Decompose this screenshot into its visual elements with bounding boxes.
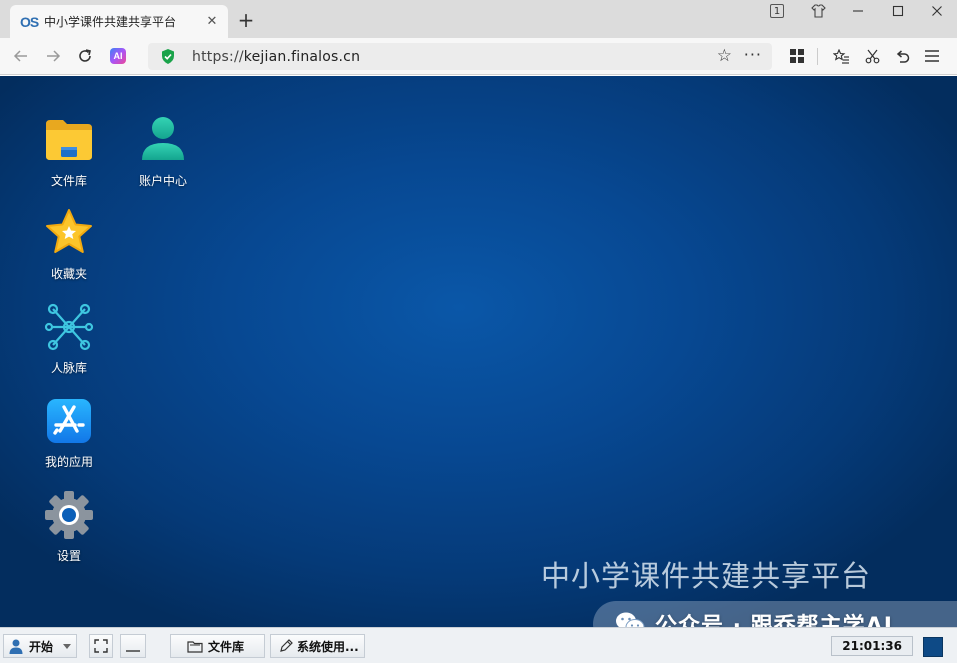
- desktop-icon-label: 设置: [56, 549, 81, 563]
- desktop-icon-settings[interactable]: 设置: [29, 489, 109, 564]
- skin-button[interactable]: [798, 0, 838, 22]
- screenshot-button[interactable]: [860, 44, 884, 68]
- url-host: kejian.finalos.cn: [243, 48, 361, 65]
- secure-shield-icon: [158, 48, 178, 65]
- browser-tab-strip: OS 中小学课件共建共享平台 ✕ + 1: [0, 0, 957, 38]
- desktop-icon-label: 人脉库: [50, 361, 87, 375]
- undo-icon: [896, 49, 909, 63]
- task-system-guide[interactable]: 系统使用...: [270, 634, 365, 658]
- window-count-button[interactable]: 1: [757, 0, 797, 22]
- arrow-left-icon: [13, 50, 27, 62]
- fullscreen-icon: [94, 639, 108, 653]
- minimize-all-icon: [126, 650, 140, 652]
- close-icon: [932, 6, 942, 16]
- url-scheme: https://: [192, 48, 244, 65]
- reload-button[interactable]: [73, 44, 97, 68]
- maximize-icon: [892, 5, 904, 17]
- hamburger-menu-icon: [925, 50, 939, 62]
- main-menu-button[interactable]: [920, 44, 944, 68]
- pen-icon: [280, 639, 293, 652]
- favorites-list-icon: [832, 48, 849, 64]
- arrow-right-icon: [47, 50, 61, 62]
- more-options-icon[interactable]: ···: [744, 45, 762, 64]
- folder-icon: [46, 120, 92, 160]
- star-icon: [46, 209, 92, 253]
- scissors-icon: [865, 49, 879, 63]
- task-label: 文件库: [208, 639, 245, 654]
- start-label: 开始: [29, 639, 54, 654]
- shirt-icon: [810, 4, 826, 18]
- maximize-button[interactable]: [878, 0, 918, 22]
- wechat-watermark: 公众号 · 跟乔帮主学AI: [593, 601, 957, 627]
- taskbar: 开始 文件库 系统使用... 21:01:36: [0, 627, 957, 663]
- desktop-icon-file-library[interactable]: 文件库: [29, 114, 109, 189]
- fullscreen-button[interactable]: [89, 634, 113, 658]
- desktop-icon-label: 我的应用: [44, 455, 93, 469]
- user-icon: [142, 117, 184, 160]
- bookmark-star-icon[interactable]: ☆: [717, 46, 732, 66]
- forward-button[interactable]: [41, 44, 65, 68]
- close-window-button[interactable]: [917, 0, 957, 22]
- chevron-down-icon: [63, 643, 72, 649]
- apps-grid-button[interactable]: [785, 44, 809, 68]
- browser-toolbar: AI https://kejian.finalos.cn ☆ ···: [0, 38, 957, 75]
- reload-icon: [79, 49, 91, 62]
- ai-icon: AI: [110, 48, 126, 64]
- site-logo: OS: [20, 13, 39, 30]
- minimize-all-button[interactable]: [120, 634, 146, 658]
- gear-icon: [45, 491, 93, 539]
- wechat-icon: [616, 612, 645, 627]
- watermark-text: 公众号 · 跟乔帮主学AI: [655, 614, 893, 627]
- minimize-button[interactable]: [838, 0, 878, 22]
- tab-title: 中小学课件共建共享平台: [44, 15, 177, 29]
- undo-close-button[interactable]: [890, 44, 914, 68]
- desktop-icon-label: 收藏夹: [50, 267, 87, 281]
- tab-close-icon[interactable]: ✕: [204, 14, 220, 30]
- browser-tab-active[interactable]: OS 中小学课件共建共享平台 ✕: [10, 5, 228, 38]
- desktop-icon-label: 账户中心: [138, 174, 187, 188]
- desktop-icon-favorites[interactable]: 收藏夹: [29, 207, 109, 282]
- desktop-icon-account-center[interactable]: 账户中心: [123, 114, 203, 189]
- show-desktop-button[interactable]: [923, 637, 943, 657]
- desktop-icon-label: 文件库: [50, 174, 87, 188]
- new-tab-button[interactable]: +: [236, 9, 256, 31]
- ai-assistant-button[interactable]: AI: [106, 44, 130, 68]
- window-count-badge: 1: [770, 4, 784, 18]
- grid-icon: [790, 49, 804, 63]
- platform-brand-text: 中小学课件共建共享平台: [541, 559, 872, 593]
- desktop-area: 文件库 账户中心 收藏夹 人脉库 我的应用 设置 中小学课件共建共享平台 公众号…: [0, 76, 957, 627]
- address-bar[interactable]: https://kejian.finalos.cn ☆ ···: [148, 43, 772, 70]
- network-icon: [44, 303, 94, 351]
- back-button[interactable]: [9, 44, 33, 68]
- taskbar-clock: 21:01:36: [831, 636, 913, 656]
- desktop-icon-contacts[interactable]: 人脉库: [29, 301, 109, 376]
- start-button[interactable]: 开始: [3, 634, 77, 658]
- favorites-button[interactable]: [829, 44, 853, 68]
- toolbar-divider: [817, 48, 818, 65]
- desktop-icon-my-apps[interactable]: 我的应用: [29, 395, 109, 470]
- minimize-icon: [853, 10, 863, 12]
- user-avatar-icon: [9, 639, 23, 654]
- folder-outline-icon: [187, 640, 203, 653]
- url-text: https://kejian.finalos.cn: [192, 49, 360, 65]
- app-store-icon: [47, 399, 91, 443]
- task-file-library[interactable]: 文件库: [170, 634, 265, 658]
- task-label: 系统使用...: [297, 639, 359, 654]
